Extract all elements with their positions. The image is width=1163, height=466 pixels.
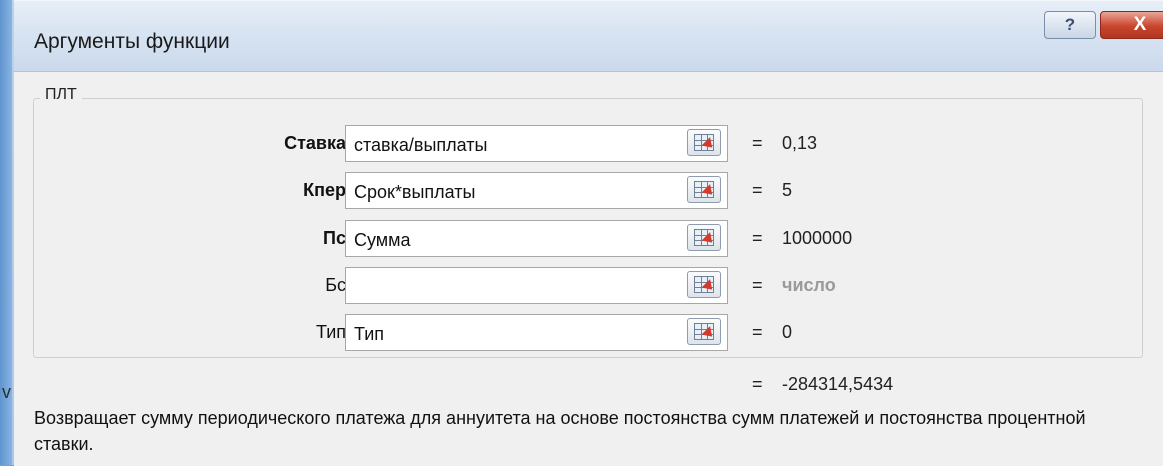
equals-sign: =	[752, 275, 763, 295]
function-name: ПЛТ	[40, 86, 82, 104]
argument-label: Бс	[325, 275, 346, 295]
close-button[interactable]: X	[1100, 11, 1163, 39]
range-select-icon[interactable]	[687, 271, 721, 298]
range-select-icon[interactable]	[687, 176, 721, 203]
argument-input-rate[interactable]: ставка/выплаты	[345, 125, 728, 162]
titlebar: Аргументы функции ? X	[14, 0, 1163, 71]
help-icon: ?	[1064, 15, 1076, 34]
help-button[interactable]: ?	[1044, 11, 1096, 39]
argument-row-type: Тип Тип = 0	[14, 314, 1163, 352]
argument-row-fv: Бс = число	[14, 267, 1163, 305]
equals-sign: =	[752, 133, 763, 153]
range-select-icon[interactable]	[687, 318, 721, 345]
argument-result: 0,13	[782, 133, 818, 153]
argument-result: 0	[782, 322, 793, 342]
argument-input-pv[interactable]: Сумма	[345, 220, 728, 257]
argument-row-rate: Ставка ставка/выплаты = 0,13	[14, 125, 1163, 163]
argument-row-pv: Пс Сумма = 1000000	[14, 220, 1163, 258]
range-select-icon[interactable]	[687, 224, 721, 251]
dialog-body: ПЛТ Ставка ставка/выплаты = 0,13 Кпер Ср…	[14, 71, 1163, 466]
argument-label: Ставка	[284, 133, 346, 153]
range-select-icon[interactable]	[687, 129, 721, 156]
function-description: Возвращает сумму периодического платежа …	[34, 408, 1086, 454]
equals-sign: =	[752, 374, 763, 394]
equals-sign: =	[752, 322, 763, 342]
argument-row-nper: Кпер Срок*выплаты = 5	[14, 172, 1163, 210]
background-sheet-edge: v	[0, 0, 12, 465]
argument-result: 5	[782, 180, 793, 200]
argument-result: 1000000	[782, 228, 853, 248]
background-cell-mark: v	[2, 382, 11, 402]
equals-sign: =	[752, 228, 763, 248]
argument-label: Пс	[323, 228, 346, 248]
argument-label: Тип	[315, 322, 346, 342]
argument-result: число	[782, 275, 836, 295]
argument-input-nper[interactable]: Срок*выплаты	[345, 172, 728, 209]
argument-input-type[interactable]: Тип	[345, 314, 728, 351]
window-title: Аргументы функции	[34, 30, 230, 53]
argument-input-fv[interactable]	[345, 267, 728, 304]
formula-result: -284314,5434	[782, 374, 894, 394]
close-icon: X	[1133, 14, 1147, 35]
equals-sign: =	[752, 180, 763, 200]
argument-label: Кпер	[303, 180, 346, 200]
